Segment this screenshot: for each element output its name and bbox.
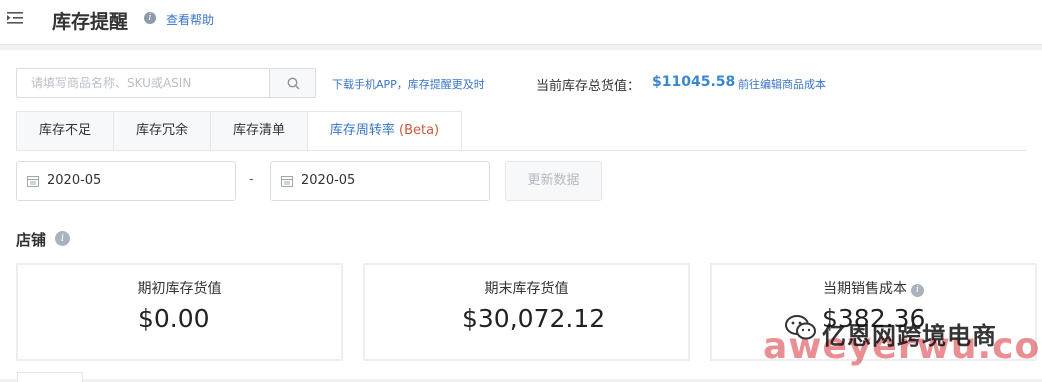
stat-label: 期初库存货值	[137, 281, 222, 297]
download-app-link[interactable]: 下载手机APP，库存提醒更及时	[332, 76, 485, 92]
stat-label: 当期销售成本	[823, 281, 907, 297]
section-title: 店铺	[16, 231, 47, 249]
watermark-brand: 亿恩网跨境电商	[822, 322, 997, 350]
search-icon	[287, 77, 300, 90]
bottom-tab-stub[interactable]	[17, 372, 83, 382]
wechat-logo-icon	[784, 314, 818, 346]
header-bar: 库存提醒 i 查看帮助	[0, 0, 1042, 45]
tab-turnover-rate[interactable]: 库存周转率 (Beta)	[307, 111, 462, 151]
start-date-value: 2020-05	[47, 173, 102, 188]
page-title: 库存提醒	[52, 11, 129, 33]
stat-label: 期末库存货值	[484, 281, 569, 297]
info-icon[interactable]: i	[911, 284, 924, 297]
info-icon: i	[144, 12, 156, 24]
search-button[interactable]	[269, 68, 316, 98]
tab-label: 库存冗余	[135, 123, 188, 138]
calendar-icon	[281, 176, 293, 187]
end-date-picker[interactable]: 2020-05	[270, 161, 490, 201]
stat-card-closing-value: 期末库存货值 $30,072.12	[363, 263, 690, 361]
inventory-value-amount: $11045.58	[652, 74, 736, 90]
tab-label: 库存清单	[232, 123, 285, 138]
menu-collapse-icon[interactable]	[6, 10, 24, 26]
beta-badge: (Beta)	[399, 123, 440, 138]
calendar-icon	[27, 176, 39, 187]
info-icon[interactable]: i	[55, 231, 70, 246]
search-input[interactable]	[16, 68, 270, 98]
tab-label: 库存周转率	[329, 123, 399, 138]
tab-divider	[16, 150, 1026, 151]
update-data-button[interactable]: 更新数据	[505, 161, 602, 201]
start-date-picker[interactable]: 2020-05	[16, 161, 236, 201]
stat-value: $0.00	[138, 304, 210, 333]
stat-card-opening-value: 期初库存货值 $0.00	[16, 263, 343, 361]
tab-inventory-list[interactable]: 库存清单	[210, 111, 308, 151]
edit-cost-link[interactable]: 前往编辑商品成本	[738, 76, 826, 92]
stat-label-row: 当期销售成本 i	[712, 278, 1035, 298]
tab-insufficient[interactable]: 库存不足	[16, 111, 114, 151]
tab-label: 库存不足	[38, 123, 91, 138]
stat-value: $30,072.12	[462, 304, 606, 333]
help-link[interactable]: 查看帮助	[166, 11, 214, 28]
date-separator: -	[249, 172, 254, 187]
tab-surplus[interactable]: 库存冗余	[113, 111, 211, 151]
end-date-value: 2020-05	[301, 173, 356, 188]
inventory-value-label: 当前库存总货值：	[536, 79, 641, 94]
